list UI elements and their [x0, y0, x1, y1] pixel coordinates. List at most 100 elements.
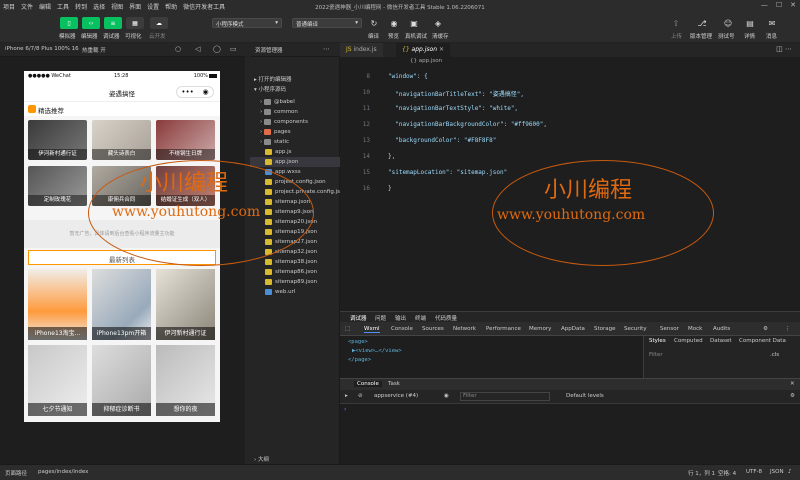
close-tab-icon[interactable]: ✕	[439, 46, 444, 53]
tab-network[interactable]: Network	[453, 326, 476, 332]
tab-memory[interactable]: Memory	[529, 326, 551, 332]
home-icon[interactable]: ◯	[213, 45, 221, 53]
tab-styles[interactable]: Styles	[649, 338, 666, 344]
menu-item-file[interactable]: 文件	[18, 2, 36, 11]
compile-button[interactable]: ↻	[366, 16, 382, 30]
tree-folder[interactable]: › static	[250, 137, 340, 147]
language-mode[interactable]: JSON	[770, 469, 784, 475]
close-icon[interactable]: ✕	[790, 1, 796, 9]
close-target-icon[interactable]: ◉	[203, 88, 209, 96]
breadcrumb-item[interactable]: {} app.json	[410, 58, 442, 64]
menu-item-tools[interactable]: 工具	[54, 2, 72, 11]
tab-problems[interactable]: 问题	[375, 314, 386, 322]
grid-card[interactable]: 不绕钢生日牌	[156, 120, 215, 160]
console-settings-icon[interactable]: ⚙	[790, 393, 795, 399]
tab-app-json[interactable]: {} app.json ✕	[396, 43, 450, 57]
tree-folder[interactable]: › common	[250, 107, 340, 117]
news-card[interactable]: iPhone13淘宝...	[28, 269, 87, 340]
clear-cache-button[interactable]: ◈	[430, 16, 446, 30]
wxml-node[interactable]: ▶<view>…</view>	[352, 348, 402, 354]
open-editors-section[interactable]: ▸ 打开的编辑器	[250, 75, 340, 85]
compile-select[interactable]: 普通编译 ▾	[292, 18, 362, 28]
device-select[interactable]: iPhone 6/7/8 Plus 100% 16	[5, 46, 79, 52]
indent-setting[interactable]: 空格: 4	[718, 469, 736, 477]
news-card[interactable]: 伊河新村通行证	[156, 269, 215, 340]
styles-filter-input[interactable]: Filter	[649, 352, 663, 358]
test-account-button[interactable]: ☺	[720, 16, 736, 30]
console-filter-input[interactable]: Filter	[460, 392, 550, 401]
cls-toggle[interactable]: .cls	[770, 352, 779, 358]
tab-security[interactable]: Security	[624, 326, 647, 332]
tab-output[interactable]: 输出	[395, 314, 406, 322]
menu-item-view[interactable]: 视图	[108, 2, 126, 11]
wxml-node[interactable]: <page>	[348, 339, 368, 345]
tree-file[interactable]: web.url	[250, 287, 340, 297]
tab-debugger[interactable]: 调试器	[350, 314, 367, 322]
tab-sensor[interactable]: Sensor	[660, 326, 679, 332]
tab-performance[interactable]: Performance	[486, 326, 521, 332]
project-root[interactable]: ▾ 小程序源码	[250, 85, 340, 95]
maximize-icon[interactable]: ☐	[776, 1, 782, 9]
mode-select[interactable]: 小程序模式 ▾	[212, 18, 282, 28]
levels-select[interactable]: Default levels	[566, 393, 604, 399]
tree-folder[interactable]: › pages	[250, 127, 340, 137]
split-editor-icon[interactable]: ◫ ⋯	[776, 45, 792, 53]
tree-file[interactable]: sitemap86.json	[250, 267, 340, 277]
tab-storage[interactable]: Storage	[594, 326, 616, 332]
hot-reload-toggle[interactable]: 热重载 开	[82, 46, 106, 54]
encoding-setting[interactable]: UTF-8	[746, 469, 762, 475]
menu-item-edit[interactable]: 编辑	[36, 2, 54, 11]
grid-card[interactable]: 伊河新村通行证	[28, 120, 87, 160]
menu-item-help[interactable]: 帮助	[162, 2, 180, 11]
tab-dataset[interactable]: Dataset	[710, 338, 732, 344]
outline-section[interactable]: › 大纲	[250, 455, 269, 463]
menu-item-settings[interactable]: 设置	[144, 2, 162, 11]
console-output[interactable]: ›	[340, 404, 800, 464]
visual-toggle-button[interactable]: ▦	[126, 17, 144, 29]
drawer-tab-console[interactable]: Console	[354, 381, 382, 387]
more-vert-icon[interactable]: ⋮	[785, 326, 791, 332]
news-card[interactable]: 想你的夜	[156, 345, 215, 416]
tab-computed[interactable]: Computed	[674, 338, 703, 344]
debugger-toggle-button[interactable]: ≡	[104, 17, 122, 29]
more-dots-icon[interactable]: •••	[181, 88, 193, 96]
tree-file-selected[interactable]: app.json	[250, 157, 340, 167]
tree-file[interactable]: sitemap38.json	[250, 257, 340, 267]
eye-icon[interactable]: ◉	[444, 393, 449, 399]
news-card[interactable]: 七夕节通知	[28, 345, 87, 416]
tab-index-js[interactable]: JS index.js	[340, 43, 383, 57]
tree-folder[interactable]: › components	[250, 117, 340, 127]
menu-item-interface[interactable]: 界面	[126, 2, 144, 11]
grid-card[interactable]: 定制玫瑰花	[28, 166, 87, 206]
dock-icon[interactable]: ▭	[230, 45, 237, 53]
record-icon[interactable]: ○	[175, 45, 181, 53]
minimize-icon[interactable]: —	[761, 1, 768, 9]
clear-console-icon[interactable]: ⊘	[358, 393, 363, 399]
details-button[interactable]: ▤	[742, 16, 758, 30]
menu-item-select[interactable]: 选择	[90, 2, 108, 11]
tab-mock[interactable]: Mock	[688, 326, 702, 332]
editor-toggle-button[interactable]: ‹›	[82, 17, 100, 29]
inspect-icon[interactable]: ⬚	[345, 326, 350, 332]
grid-card[interactable]: 藏头诗表白	[92, 120, 151, 160]
capsule-menu[interactable]: ••• ◉	[176, 86, 214, 98]
remote-debug-button[interactable]: ▣	[406, 16, 422, 30]
upload-button[interactable]: ⇧	[668, 16, 684, 30]
tree-folder[interactable]: › @babel	[250, 97, 340, 107]
tree-file[interactable]: sitemap89.json	[250, 277, 340, 287]
more-icon[interactable]: ⋯	[323, 45, 330, 53]
wxml-tree[interactable]: <page> ▶<view>…</view> </page>	[340, 336, 643, 378]
tree-file[interactable]: app.js	[250, 147, 340, 157]
news-card[interactable]: iPhone13pm开箱	[92, 269, 151, 340]
menu-item-wechat-devtools[interactable]: 微信开发者工具	[180, 2, 228, 11]
sidebar-toggle-icon[interactable]: ▸	[345, 393, 348, 399]
context-select[interactable]: appservice (#4)	[374, 393, 418, 399]
page-path-value[interactable]: pages/index/index	[38, 469, 88, 475]
tab-console[interactable]: Console	[391, 326, 413, 332]
tab-sources[interactable]: Sources	[422, 326, 444, 332]
close-drawer-icon[interactable]: ✕	[790, 381, 795, 387]
news-card[interactable]: 抑郁症诊断书	[92, 345, 151, 416]
tab-terminal[interactable]: 终端	[415, 314, 426, 322]
cloud-dev-button[interactable]: ☁	[150, 17, 168, 29]
tab-audits[interactable]: Audits	[713, 326, 730, 332]
